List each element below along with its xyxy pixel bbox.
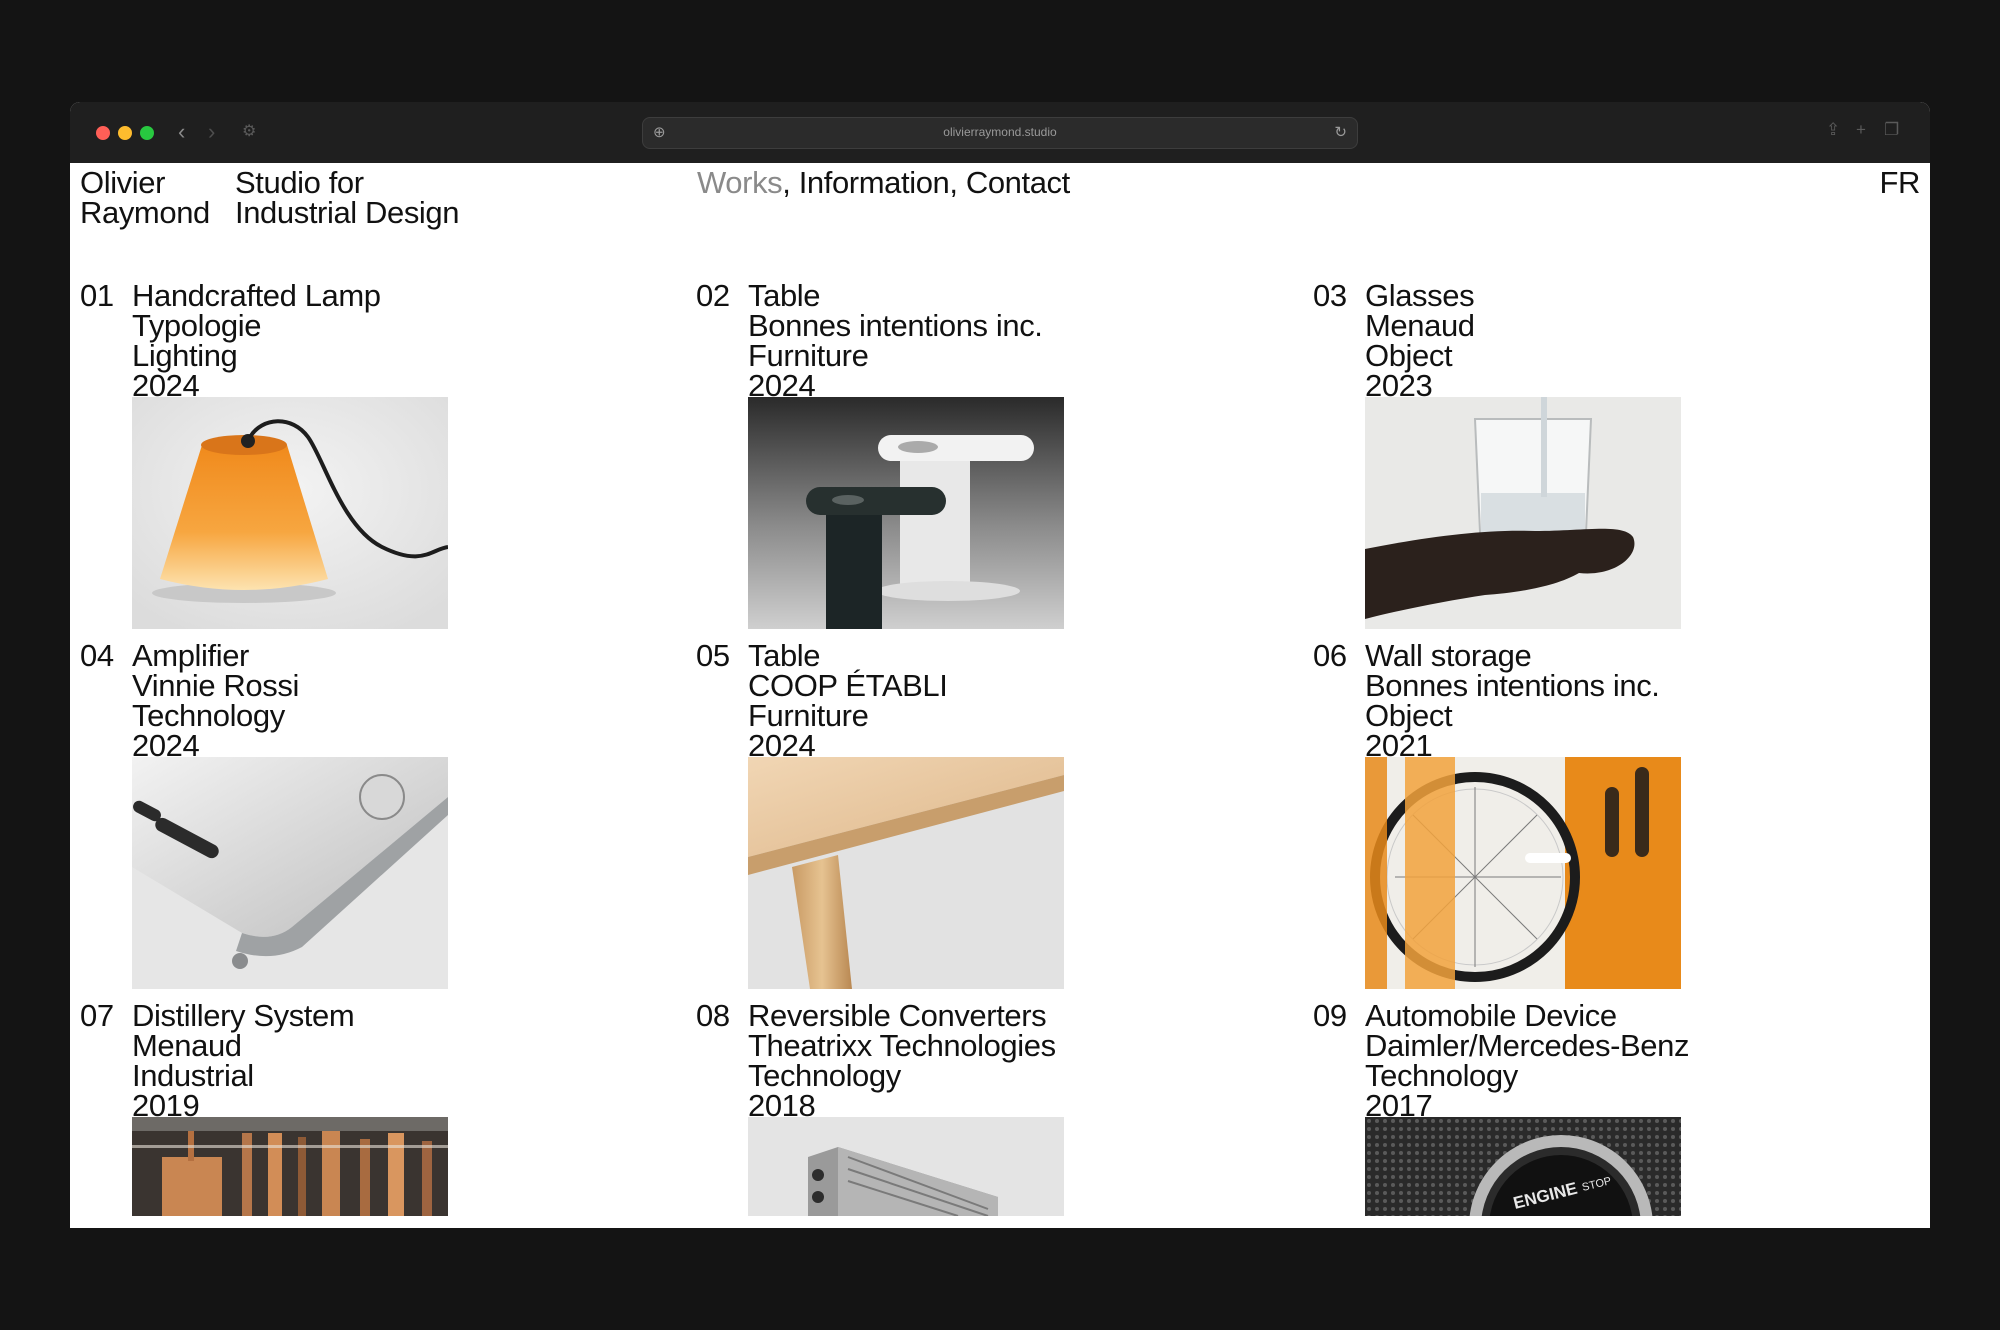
work-category: Furniture — [748, 338, 869, 373]
work-number: 05 — [696, 638, 730, 673]
main-nav: Works, Information, Contact — [697, 165, 1070, 200]
tagline-line2: Industrial Design — [235, 195, 460, 230]
work-number: 07 — [80, 998, 114, 1033]
work-meta: Glasses Menaud Object 2023 — [1365, 278, 1475, 401]
studio-name[interactable]: Olivier Raymond — [80, 165, 210, 230]
work-thumbnail-amplifier[interactable] — [132, 757, 448, 989]
browser-toolbar: ‹ › ⚙ ⊕ olivierraymond.studio ↻ ⇪ + ❐ — [70, 102, 1930, 163]
work-meta: Reversible Converters Theatrixx Technolo… — [748, 998, 1056, 1121]
work-thumbnail-distillery[interactable] — [132, 1117, 448, 1216]
close-window-button[interactable] — [96, 126, 110, 140]
share-icon[interactable]: ⇪ — [1826, 120, 1840, 140]
page-content: Olivier Raymond Studio for Industrial De… — [70, 163, 1930, 1228]
work-meta: Automobile Device Daimler/Mercedes-Benz … — [1365, 998, 1690, 1121]
work-meta: Amplifier Vinnie Rossi Technology 2024 — [132, 638, 299, 761]
work-client: Menaud — [1365, 308, 1475, 343]
tagline-line1: Studio for — [235, 165, 364, 200]
new-tab-icon[interactable]: + — [1856, 120, 1866, 140]
work-meta: Table Bonnes intentions inc. Furniture 2… — [748, 278, 1043, 401]
studio-name-line1: Olivier — [80, 165, 166, 200]
nav-separator: , — [782, 165, 799, 200]
nav-works[interactable]: Works — [697, 165, 783, 200]
work-meta: Distillery System Menaud Industrial 2019 — [132, 998, 355, 1121]
work-client: Typologie — [132, 308, 262, 343]
work-client: Theatrixx Technologies — [748, 1028, 1056, 1063]
work-title: Handcrafted Lamp — [132, 278, 381, 313]
work-thumbnail-table[interactable] — [748, 397, 1064, 629]
work-item-09[interactable]: 09 Automobile Device Daimler/Mercedes-Be… — [1313, 998, 1873, 1228]
work-thumbnail-wood-table[interactable] — [748, 757, 1064, 989]
work-meta: Handcrafted Lamp Typologie Lighting 2024 — [132, 278, 381, 401]
forward-icon[interactable]: › — [208, 118, 215, 146]
work-thumbnail-lamp[interactable] — [132, 397, 448, 629]
work-item-03[interactable]: 03 Glasses Menaud Object 2023 — [1313, 278, 1873, 641]
work-number: 03 — [1313, 278, 1347, 313]
work-category: Furniture — [748, 698, 869, 733]
work-item-02[interactable]: 02 Table Bonnes intentions inc. Furnitur… — [696, 278, 1256, 641]
work-client: Bonnes intentions inc. — [1365, 668, 1660, 703]
work-number: 04 — [80, 638, 114, 673]
nav-contact[interactable]: Contact — [966, 165, 1070, 200]
work-title: Table — [748, 278, 821, 313]
work-title: Automobile Device — [1365, 998, 1617, 1033]
work-client: Bonnes intentions inc. — [748, 308, 1043, 343]
back-icon[interactable]: ‹ — [178, 118, 185, 146]
work-item-05[interactable]: 05 Table COOP ÉTABLI Furniture 2024 — [696, 638, 1256, 1001]
work-item-08[interactable]: 08 Reversible Converters Theatrixx Techn… — [696, 998, 1256, 1228]
work-title: Reversible Converters — [748, 998, 1047, 1033]
work-number: 01 — [80, 278, 114, 313]
work-title: Distillery System — [132, 998, 355, 1033]
work-number: 06 — [1313, 638, 1347, 673]
work-client: Vinnie Rossi — [132, 668, 299, 703]
work-thumbnail-wall-storage[interactable] — [1365, 757, 1681, 989]
tabs-overview-icon[interactable]: ❐ — [1884, 120, 1899, 140]
work-category: Technology — [1365, 1058, 1518, 1093]
work-meta: Table COOP ÉTABLI Furniture 2024 — [748, 638, 948, 761]
nav-separator: , — [949, 165, 966, 200]
work-number: 08 — [696, 998, 730, 1033]
studio-tagline: Studio for Industrial Design — [235, 165, 460, 230]
work-category: Object — [1365, 338, 1453, 373]
reload-icon[interactable]: ↻ — [1334, 124, 1347, 142]
work-category: Technology — [748, 1058, 901, 1093]
work-title: Glasses — [1365, 278, 1475, 313]
work-thumbnail-glasses[interactable] — [1365, 397, 1681, 629]
work-thumbnail-converters[interactable] — [748, 1117, 1064, 1216]
work-meta: Wall storage Bonnes intentions inc. Obje… — [1365, 638, 1660, 761]
work-thumbnail-engine-button[interactable]: ENGINE STOP — [1365, 1117, 1681, 1216]
work-category: Object — [1365, 698, 1453, 733]
language-toggle[interactable]: FR — [1879, 167, 1920, 198]
work-client: Daimler/Mercedes-Benz — [1365, 1028, 1690, 1063]
work-client: COOP ÉTABLI — [748, 668, 948, 703]
work-item-07[interactable]: 07 Distillery System Menaud Industrial 2… — [80, 998, 640, 1228]
work-title: Amplifier — [132, 638, 249, 673]
work-title: Wall storage — [1365, 638, 1532, 673]
work-item-06[interactable]: 06 Wall storage Bonnes intentions inc. O… — [1313, 638, 1873, 1001]
work-item-01[interactable]: 01 Handcrafted Lamp Typologie Lighting 2… — [80, 278, 640, 641]
work-number: 09 — [1313, 998, 1347, 1033]
work-number: 02 — [696, 278, 730, 313]
work-title: Table — [748, 638, 821, 673]
work-item-04[interactable]: 04 Amplifier Vinnie Rossi Technology 202… — [80, 638, 640, 1001]
browser-window: ‹ › ⚙ ⊕ olivierraymond.studio ↻ ⇪ + ❐ Ol… — [70, 102, 1930, 1228]
address-bar[interactable]: ⊕ olivierraymond.studio ↻ — [642, 117, 1358, 149]
nav-information[interactable]: Information — [799, 165, 950, 200]
studio-name-line2: Raymond — [80, 195, 210, 230]
work-category: Industrial — [132, 1058, 254, 1093]
work-category: Technology — [132, 698, 285, 733]
minimize-window-button[interactable] — [118, 126, 132, 140]
settings-icon[interactable]: ⚙ — [242, 118, 256, 146]
url-text: olivierraymond.studio — [943, 125, 1057, 139]
work-client: Menaud — [132, 1028, 242, 1063]
maximize-window-button[interactable] — [140, 126, 154, 140]
work-category: Lighting — [132, 338, 238, 373]
